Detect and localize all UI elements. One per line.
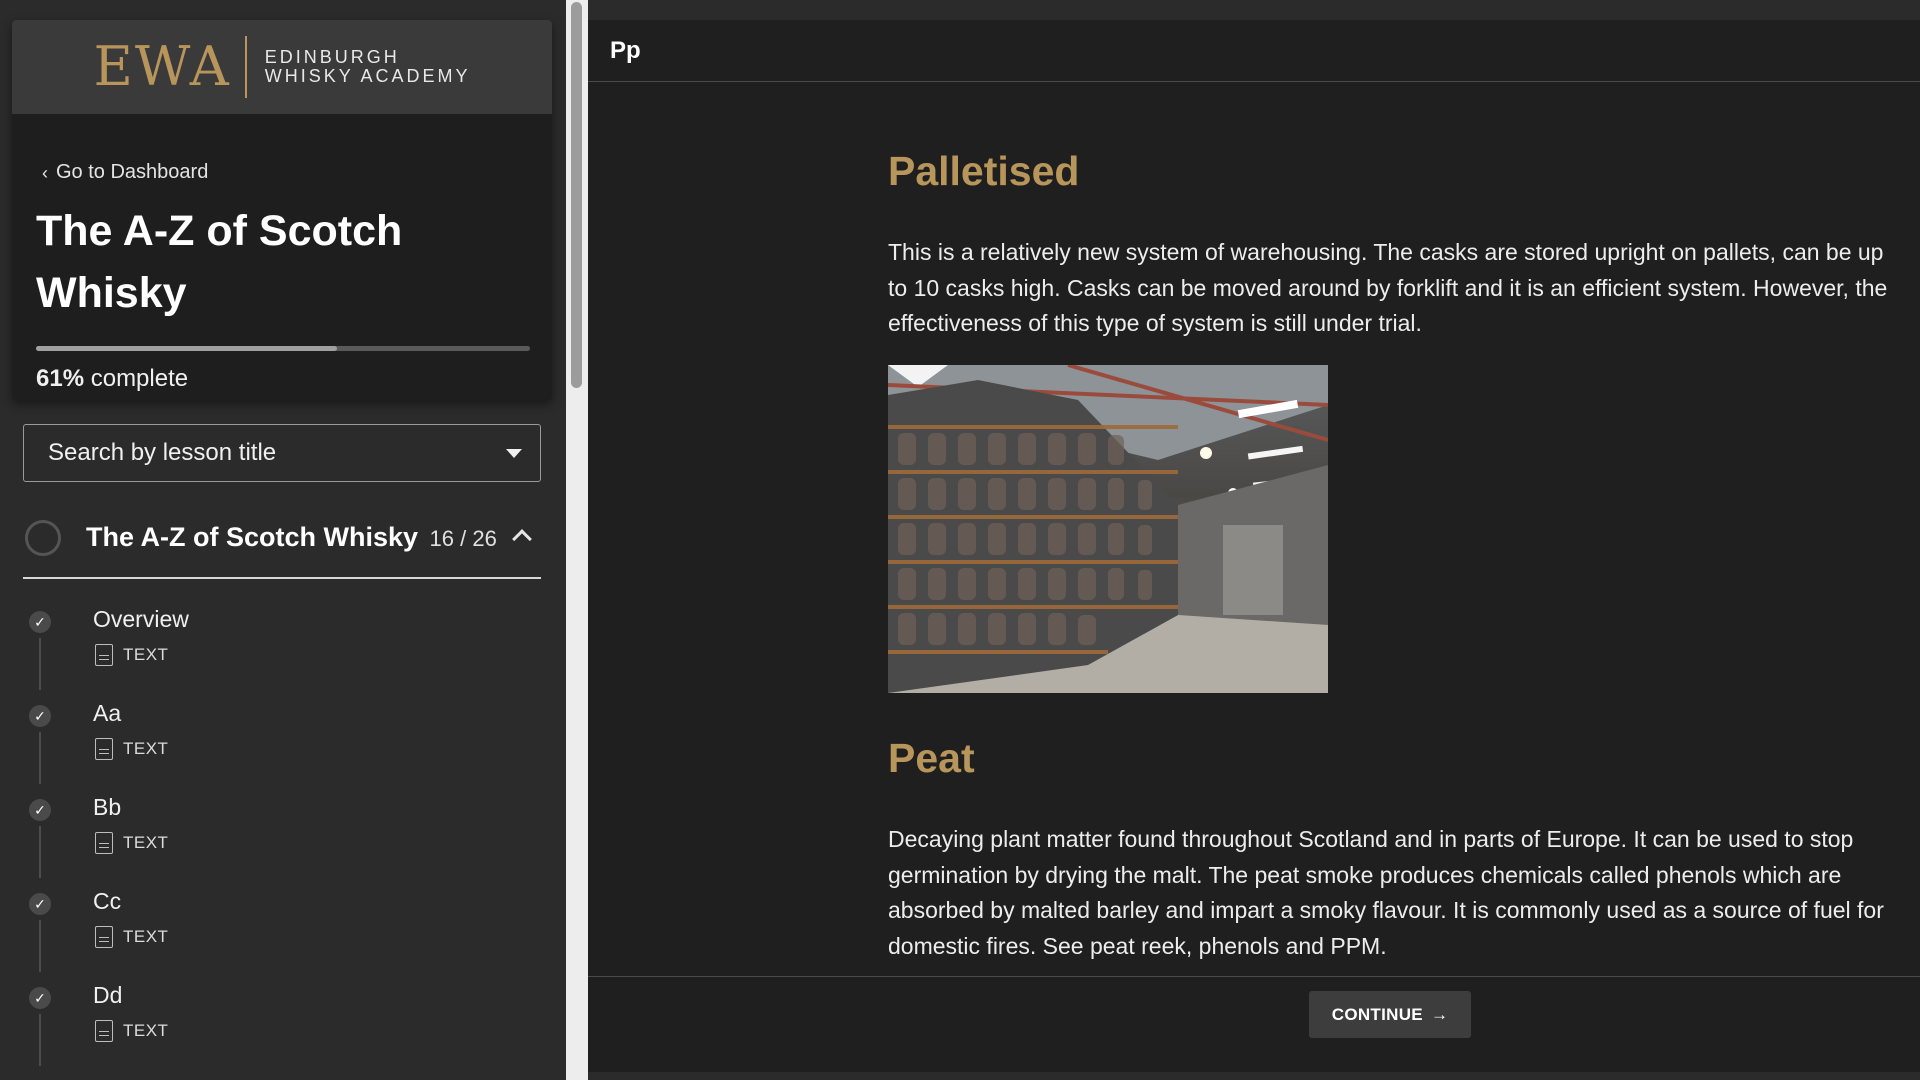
document-icon bbox=[95, 738, 113, 760]
top-strip bbox=[588, 0, 1920, 20]
lesson-item[interactable]: ✓ Dd TEXT bbox=[23, 976, 541, 1070]
course-sidebar: EWA EDINBURGH WHISKY ACADEMY ‹ Go to Das… bbox=[0, 0, 566, 1080]
lesson-connector bbox=[39, 732, 41, 784]
lesson-connector bbox=[39, 920, 41, 972]
sidebar-scroll-thumb[interactable] bbox=[571, 2, 582, 388]
lesson-type: TEXT bbox=[95, 1020, 168, 1042]
caret-down-icon bbox=[506, 449, 522, 458]
lesson-type: TEXT bbox=[95, 832, 168, 854]
lesson-type-label: TEXT bbox=[123, 1021, 169, 1040]
lesson-name: Bb bbox=[93, 794, 122, 820]
lesson-type-label: TEXT bbox=[123, 927, 169, 946]
lesson-connector bbox=[39, 1014, 41, 1066]
lesson-list: ✓ Overview TEXT ✓ Aa TEXT ✓ Bb TEXT ✓ Cc TEXT ✓ Dd TEX… bbox=[23, 600, 541, 1070]
lesson-name: Overview bbox=[93, 606, 189, 632]
term-title: Peat bbox=[888, 735, 975, 781]
lesson-search-placeholder: Search by lesson title bbox=[48, 439, 277, 466]
term-title: Palletised bbox=[888, 148, 1080, 194]
academy-logo[interactable]: EWA EDINBURGH WHISKY ACADEMY bbox=[94, 36, 471, 98]
lesson-connector bbox=[39, 826, 41, 878]
chevron-left-icon: ‹ bbox=[42, 162, 48, 183]
lesson-name: Aa bbox=[93, 700, 122, 726]
check-icon: ✓ bbox=[29, 705, 51, 727]
lesson-search-select[interactable]: Search by lesson title bbox=[23, 424, 541, 482]
lesson-item[interactable]: ✓ Overview TEXT bbox=[23, 600, 541, 694]
lesson-type: TEXT bbox=[95, 926, 168, 948]
lesson-item[interactable]: ✓ Aa TEXT bbox=[23, 694, 541, 788]
course-header-card: EWA EDINBURGH WHISKY ACADEMY ‹ Go to Das… bbox=[12, 20, 552, 400]
lesson-title: Pp bbox=[610, 37, 641, 64]
lesson-item[interactable]: ✓ Cc TEXT bbox=[23, 882, 541, 976]
lesson-type-label: TEXT bbox=[123, 645, 169, 664]
logo-text-line2: WHISKY ACADEMY bbox=[264, 66, 471, 86]
check-icon: ✓ bbox=[29, 799, 51, 821]
document-icon bbox=[95, 832, 113, 854]
lesson-content-area: Pp Palletised This is a relatively new s… bbox=[588, 0, 1920, 1080]
sidebar-scrollbar[interactable] bbox=[566, 0, 588, 1080]
logo-text: EDINBURGH WHISKY ACADEMY bbox=[247, 48, 471, 86]
lesson-item[interactable]: ✓ Bb TEXT bbox=[23, 788, 541, 882]
section-header[interactable]: The A-Z of Scotch Whisky 16 / 26 bbox=[23, 510, 541, 579]
lesson-connector bbox=[39, 638, 41, 690]
progress-suffix: complete bbox=[90, 365, 189, 392]
sidebar-inner: EWA EDINBURGH WHISKY ACADEMY ‹ Go to Das… bbox=[12, 0, 552, 1080]
section-lesson-count: 16 / 26 bbox=[429, 526, 497, 551]
lesson-type-label: TEXT bbox=[123, 739, 169, 758]
continue-button[interactable]: CONTINUE → bbox=[1309, 991, 1471, 1038]
logo-mark: EWA bbox=[94, 36, 247, 98]
lesson-footer bbox=[588, 976, 1920, 1070]
warehouse-illustration bbox=[888, 365, 1328, 693]
chevron-up-icon[interactable] bbox=[512, 529, 532, 549]
back-link-label: Go to Dashboard bbox=[56, 161, 209, 183]
check-icon: ✓ bbox=[29, 611, 51, 633]
progress-bar bbox=[36, 346, 530, 351]
section-title: The A-Z of Scotch Whisky 16 / 26 bbox=[86, 522, 497, 553]
check-icon: ✓ bbox=[29, 893, 51, 915]
term-description: Decaying plant matter found throughout S… bbox=[888, 826, 1884, 959]
arrow-right-icon: → bbox=[1430, 1004, 1449, 1024]
lesson-name: Dd bbox=[93, 982, 123, 1008]
logo-text-line1: EDINBURGH bbox=[264, 47, 400, 67]
continue-button-label: CONTINUE bbox=[1331, 1004, 1423, 1024]
document-icon bbox=[95, 1020, 113, 1042]
palletised-warehouse-image bbox=[888, 365, 1328, 693]
lesson-type-label: TEXT bbox=[123, 833, 169, 852]
progress-bar-fill bbox=[36, 346, 338, 351]
section-progress-ring-icon bbox=[25, 520, 61, 556]
progress-percent: 61% bbox=[36, 365, 85, 392]
lesson-type: TEXT bbox=[95, 738, 168, 760]
section-title-text: The A-Z of Scotch Whisky bbox=[86, 522, 419, 552]
lesson-name: Cc bbox=[93, 888, 122, 914]
lesson-header-bar: Pp bbox=[588, 20, 1920, 82]
go-to-dashboard-link[interactable]: ‹ Go to Dashboard bbox=[42, 161, 208, 184]
document-icon bbox=[95, 926, 113, 948]
term-description: This is a relatively new system of wareh… bbox=[888, 239, 1888, 336]
lesson-type: TEXT bbox=[95, 644, 168, 666]
progress-text: 61% complete bbox=[36, 365, 188, 393]
brand-bar: EWA EDINBURGH WHISKY ACADEMY bbox=[12, 20, 552, 114]
document-icon bbox=[95, 644, 113, 666]
course-title: The A-Z of Scotch Whisky bbox=[36, 207, 403, 317]
bottom-strip bbox=[588, 1072, 1920, 1080]
check-icon: ✓ bbox=[29, 987, 51, 1009]
